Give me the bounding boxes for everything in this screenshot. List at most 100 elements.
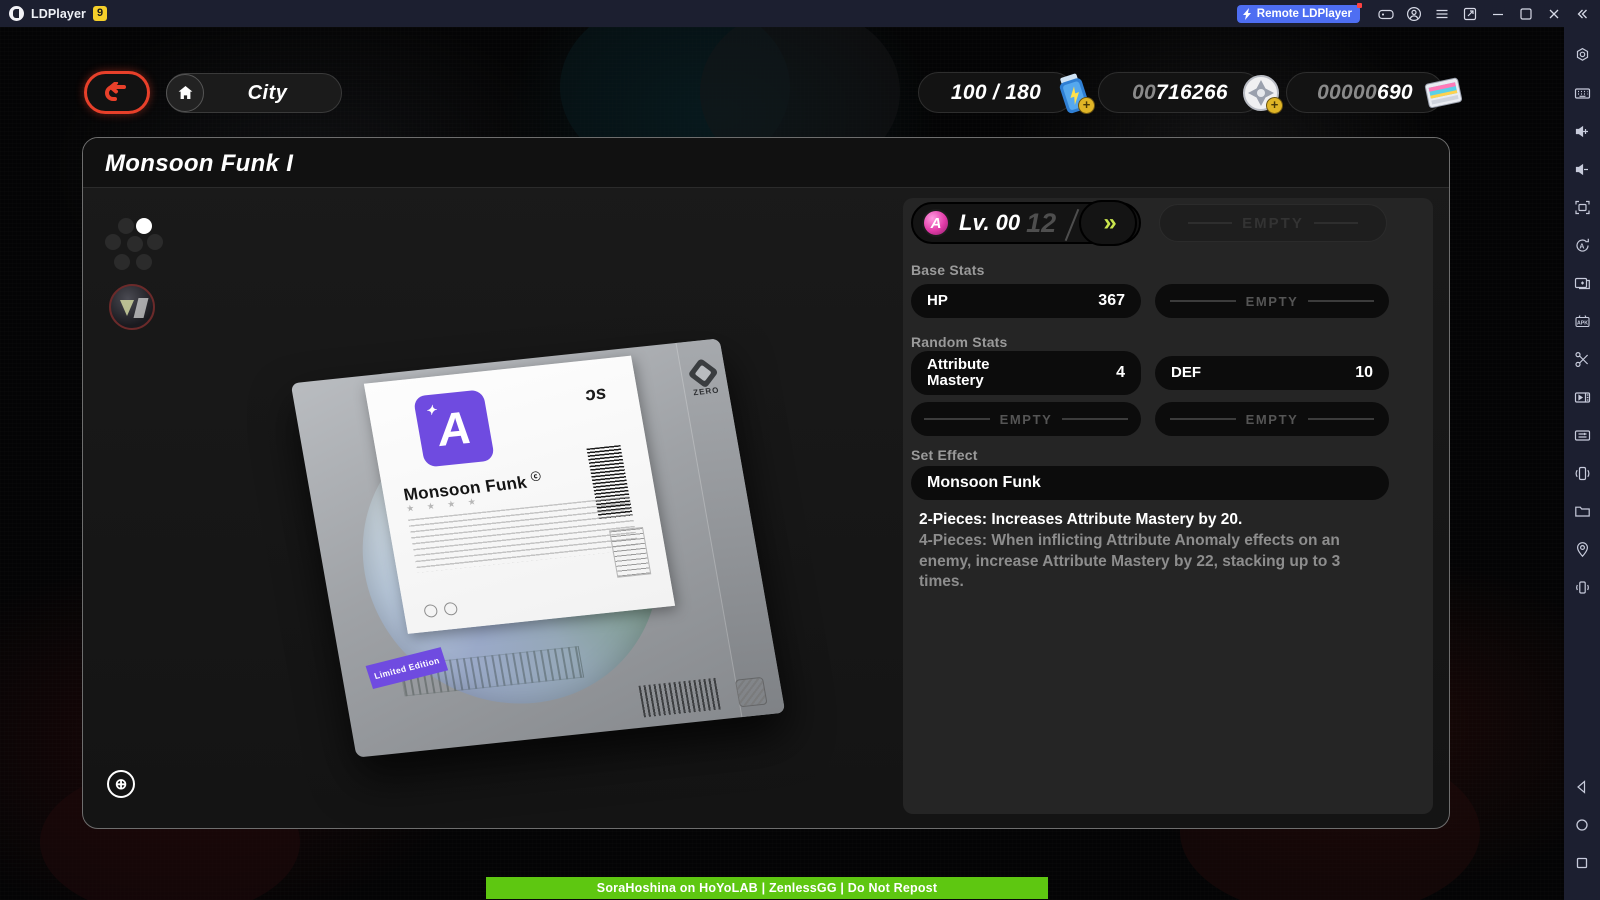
back-arrow-icon (105, 81, 126, 101)
set-effect-description: 2-Pieces: Increases Attribute Mastery by… (919, 510, 1389, 593)
account-icon[interactable] (1400, 0, 1428, 27)
menu-icon[interactable] (1428, 0, 1456, 27)
volume-down-icon[interactable] (1564, 150, 1600, 188)
settings-icon[interactable] (1564, 36, 1600, 74)
close-icon[interactable] (1540, 0, 1568, 27)
resource-tape-value: 00000690 (1317, 81, 1413, 105)
divider-right (1308, 418, 1375, 420)
rank-letter: A (432, 401, 476, 456)
stat-attribute-mastery: Attribute Mastery 4 (911, 351, 1141, 395)
disc-case: ZERO ✦ A ɔѕ Monsoon Funk ⓒ ★ ★ ★ ★ Limit… (290, 338, 786, 758)
random-stat-empty-slot-2: EMPTY (1155, 402, 1389, 436)
shake-icon[interactable] (1564, 568, 1600, 606)
home-icon[interactable] (166, 74, 204, 112)
mono-icon (423, 603, 439, 619)
disc-artwork-stage: ZERO ✦ A ɔѕ Monsoon Funk ⓒ ★ ★ ★ ★ Limit… (233, 318, 873, 818)
fullscreen-icon[interactable] (1564, 188, 1600, 226)
slot-dot-1[interactable] (118, 218, 134, 234)
level-divider (1064, 208, 1080, 242)
zero-diamond-icon (687, 357, 719, 389)
notification-dot (1357, 2, 1362, 8)
stat-hp-value: 367 (1098, 292, 1125, 309)
slot-dot-5[interactable] (147, 234, 163, 250)
collapse-icon[interactable] (1568, 0, 1596, 27)
watermark-text: SoraHoshina on HoYoLAB | ZenlessGG | Do … (596, 881, 938, 895)
set-effect-2pc: 2-Pieces: Increases Attribute Mastery by… (919, 511, 1243, 528)
slot-dot-6[interactable] (114, 254, 130, 270)
divider-left (1169, 300, 1236, 302)
slot-dot-3[interactable] (105, 234, 121, 250)
back-button[interactable] (84, 71, 150, 114)
drive-disc-slot-selector[interactable] (105, 218, 163, 272)
stat-hp-name: HP (927, 292, 948, 310)
slot-dot-7[interactable] (136, 254, 152, 270)
panel-body: ⊕ ZERO ✦ A ɔѕ Monsoon Funk ⓒ ★ ★ ★ ★ Lim… (83, 188, 1449, 828)
denny-amount: 716266 (1156, 80, 1228, 104)
rank-circle-icon: A (922, 209, 950, 237)
random-empty-label-2: EMPTY (1245, 411, 1299, 427)
emulator-name: LDPlayer (31, 6, 86, 21)
denny-pad: 00 (1132, 80, 1157, 104)
resource-battery-value: 100 / 180 (950, 80, 1042, 104)
resource-denny[interactable]: 00716266 + (1098, 72, 1283, 114)
rank-badge-a: ✦ A (412, 389, 496, 468)
shared-folder-icon[interactable] (1564, 492, 1600, 530)
slot-dot-2[interactable] (136, 218, 152, 234)
game-topbar: City 100 / 180 + 00716266 + 00000690 (0, 27, 1564, 127)
album-symbols (423, 601, 459, 619)
secondary-empty-slot: EMPTY (1159, 204, 1387, 242)
keyboard-icon[interactable] (1564, 74, 1600, 112)
battery-add-button[interactable]: + (1078, 97, 1095, 114)
denny-add-button[interactable]: + (1266, 97, 1283, 114)
gamepad-icon[interactable] (1372, 0, 1400, 27)
android-home-button[interactable] (1564, 806, 1600, 844)
video-recorder-icon[interactable] (1564, 378, 1600, 416)
restore-window-icon[interactable] (1456, 0, 1484, 27)
zero-brand-text: ZERO (692, 385, 721, 398)
divider-right (1062, 418, 1129, 420)
divider-right (1308, 300, 1375, 302)
stat-am-name: Attribute Mastery (927, 356, 990, 389)
remote-ldplayer-button[interactable]: Remote LDPlayer (1236, 2, 1362, 23)
case-stamp-icon (734, 676, 768, 708)
info-icon[interactable]: ⊕ (107, 770, 135, 798)
divider-left (923, 418, 990, 420)
screenshot-icon[interactable] (1564, 340, 1600, 378)
titlebar-controls: Remote LDPlayer (1236, 0, 1600, 27)
bolt-icon (1242, 7, 1251, 20)
emulator-version-badge: 9 (93, 6, 108, 21)
multi-instance-icon[interactable] (1564, 264, 1600, 302)
minimize-icon[interactable] (1484, 0, 1512, 27)
level-row: A Lv. 00 12 » EMPTY (911, 200, 1425, 246)
android-recents-button[interactable] (1564, 844, 1600, 882)
set-name: Monsoon Funk (911, 466, 1389, 500)
stat-def: DEF 10 (1155, 356, 1389, 390)
volume-up-icon[interactable] (1564, 112, 1600, 150)
operation-recorder-icon[interactable] (1564, 416, 1600, 454)
case-barcode (638, 677, 722, 718)
panel-header: Monsoon Funk I (83, 138, 1449, 188)
level-up-button[interactable]: » (1079, 200, 1137, 246)
auto-rotate-icon[interactable]: A (1564, 226, 1600, 264)
stat-def-name: DEF (1171, 364, 1201, 382)
resource-battery[interactable]: 100 / 180 + (918, 72, 1095, 114)
sparkle-icon: ✦ (424, 402, 438, 419)
install-apk-icon[interactable]: APK (1564, 302, 1600, 340)
location-button[interactable]: City (166, 73, 342, 113)
set-effect-label: Set Effect (911, 447, 978, 463)
set-effect-4pc: 4-Pieces: When inflicting Attribute Anom… (919, 532, 1341, 591)
remote-ldplayer-label: Remote LDPlayer (1256, 7, 1352, 20)
base-empty-label: EMPTY (1245, 293, 1299, 309)
android-back-button[interactable] (1564, 768, 1600, 806)
divider-right (1313, 222, 1358, 224)
rotate-device-icon[interactable] (1564, 454, 1600, 492)
ldplayer-logo-icon (9, 6, 24, 21)
album-side-note (609, 526, 652, 578)
maximize-icon[interactable] (1512, 0, 1540, 27)
character-portrait-icon[interactable] (109, 284, 155, 330)
location-icon[interactable] (1564, 530, 1600, 568)
resource-master-tape[interactable]: 00000690 (1286, 72, 1463, 113)
random-stat-empty-slot-1: EMPTY (911, 402, 1141, 436)
stat-hp: HP 367 (911, 284, 1141, 318)
slot-dot-4[interactable] (127, 236, 143, 252)
